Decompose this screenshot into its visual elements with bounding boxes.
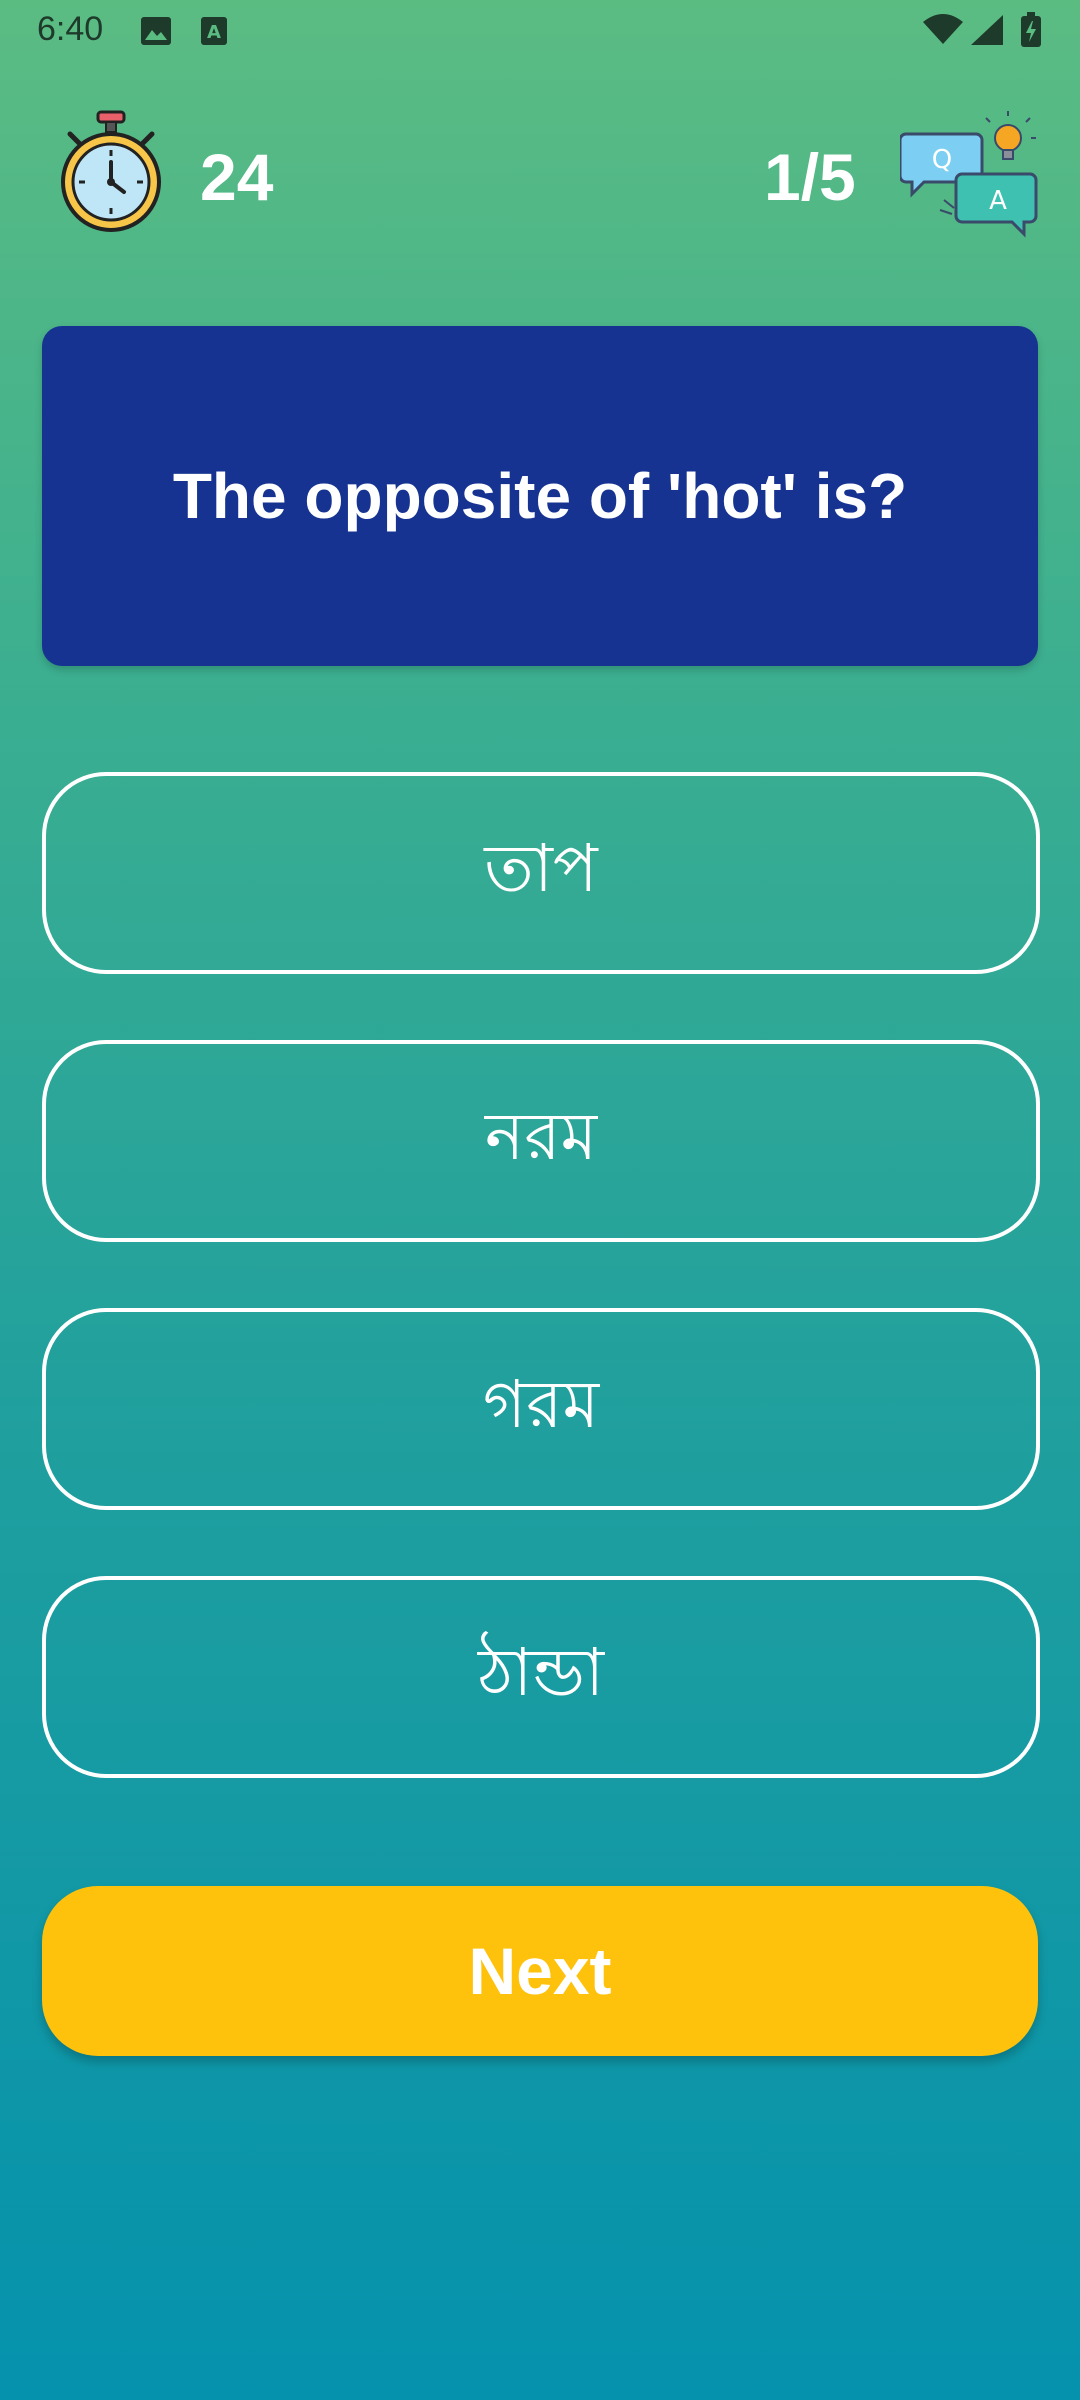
answer-option-label: ঠান্ডা: [477, 1634, 605, 1711]
a-notification-icon: A: [200, 16, 228, 51]
question-progress: 1/5: [764, 140, 856, 214]
next-button-label: Next: [468, 1934, 612, 2008]
status-bar: 6:40 A: [0, 0, 1080, 64]
qa-bubbles-icon: Q A: [898, 110, 1040, 245]
battery-icon: [1020, 12, 1042, 53]
svg-text:A: A: [989, 186, 1007, 216]
answer-option-label: তাপ: [484, 830, 598, 907]
answer-option-2[interactable]: নরম: [42, 1040, 1040, 1242]
answer-option-4[interactable]: ঠান্ডা: [42, 1576, 1040, 1778]
wifi-icon: [922, 14, 964, 51]
answer-option-label: গরম: [482, 1366, 600, 1443]
question-text: The opposite of 'hot' is?: [172, 460, 908, 532]
gallery-icon: [140, 16, 172, 51]
status-time: 6:40: [37, 10, 104, 48]
signal-icon: [970, 14, 1004, 51]
svg-text:Q: Q: [932, 145, 952, 175]
next-button[interactable]: Next: [42, 1886, 1038, 2056]
timer-value: 24: [200, 140, 274, 214]
answer-option-3[interactable]: গরম: [42, 1308, 1040, 1510]
stopwatch-icon: [58, 110, 164, 241]
question-card: The opposite of 'hot' is?: [42, 326, 1038, 666]
answer-option-1[interactable]: তাপ: [42, 772, 1040, 974]
answer-option-label: নরম: [484, 1098, 598, 1175]
svg-text:A: A: [207, 22, 221, 43]
